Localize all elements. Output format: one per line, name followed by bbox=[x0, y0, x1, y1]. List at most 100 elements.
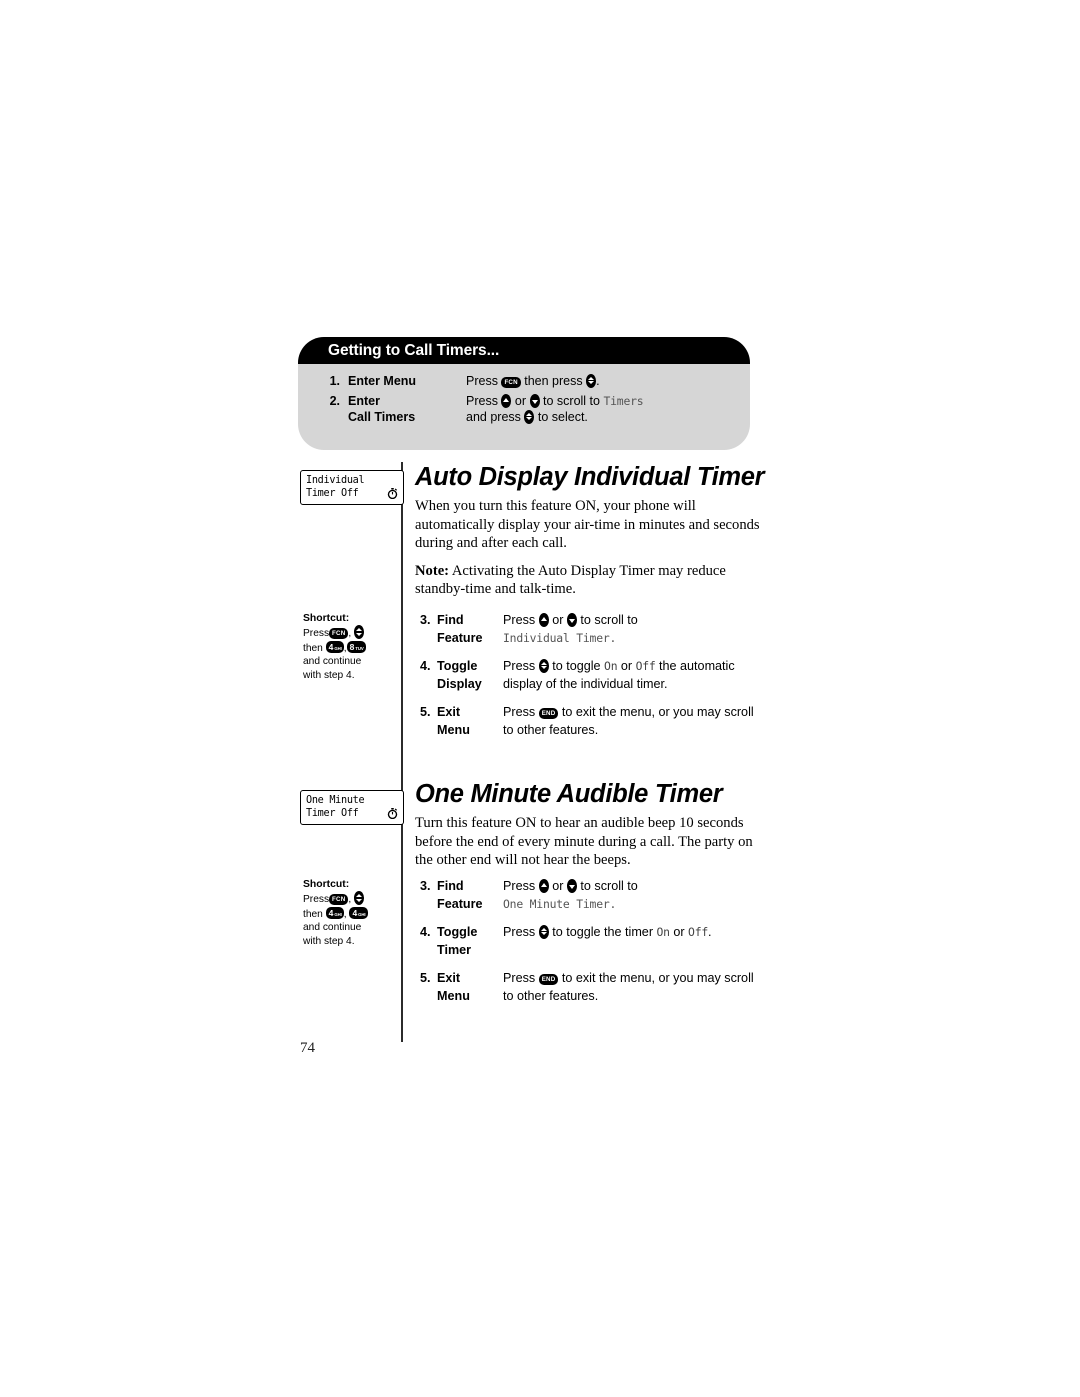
stopwatch-icon bbox=[387, 488, 398, 499]
shortcut-auto-display-individual-timer: Shortcut: Press FCN, then 4 GHI, 8 TUV and c… bbox=[303, 612, 395, 682]
step-4-toggle-timer: 4. Toggle Timer Press to toggle the time… bbox=[420, 924, 770, 959]
step-3-find-feature: 3. Find Feature Press or to scroll to In… bbox=[420, 612, 770, 647]
shortcut-line-then: then 4 GHI, 8 TUV bbox=[303, 640, 366, 654]
scroll-down-key-icon bbox=[566, 613, 577, 627]
step-label: Toggle Display bbox=[437, 658, 503, 693]
step-label-line2: Menu bbox=[437, 988, 470, 1003]
panel-header: Getting to Call Timers... bbox=[298, 337, 750, 364]
scroll-to-words: to scroll to bbox=[580, 879, 638, 893]
getting-to-call-timers-panel: Getting to Call Timers... 1. Enter Menu … bbox=[298, 337, 750, 450]
step-5-exit-menu: 5. Exit Menu Press END to exit the menu,… bbox=[420, 704, 770, 739]
stopwatch-icon bbox=[387, 808, 398, 819]
step-description-line2: and press to select. bbox=[466, 409, 750, 425]
then-word: then bbox=[303, 642, 323, 654]
display-text-timers: Timers bbox=[603, 394, 644, 408]
step-number: 3. bbox=[420, 613, 431, 627]
shortcut-line-press: Press FCN, bbox=[303, 625, 395, 640]
press-word: Press bbox=[503, 705, 536, 719]
press-word: Press bbox=[503, 971, 536, 985]
panel-body: 1. Enter Menu Press FCN then press . 2. … bbox=[298, 364, 750, 425]
step-label: Enter Menu bbox=[340, 373, 466, 389]
press-word: Press bbox=[466, 374, 498, 388]
shortcut-tail-line1: and continue bbox=[303, 656, 362, 668]
body-paragraph: When you turn this feature ON, your phon… bbox=[415, 498, 760, 552]
scroll-to-words: to scroll to bbox=[580, 613, 638, 627]
press-word: Press bbox=[503, 879, 536, 893]
scroll-down-key-icon bbox=[529, 394, 540, 408]
period: . bbox=[708, 925, 712, 939]
period: . bbox=[596, 374, 600, 388]
shortcut-line-press: Press FCN, bbox=[303, 891, 395, 906]
step-label-line1: Find bbox=[437, 879, 464, 893]
digit-key-8-icon: 8 TUV bbox=[346, 640, 366, 653]
display-text-on: On bbox=[604, 659, 618, 673]
select-key-icon bbox=[538, 925, 549, 939]
body-paragraph: Turn this feature ON to hear an audible … bbox=[415, 815, 753, 869]
display-text-one-minute-timer: One Minute Timer. bbox=[503, 896, 617, 911]
step-description: Press END to exit the menu, or you may s… bbox=[503, 704, 770, 739]
step-4-toggle-display: 4. Toggle Display Press to toggle On or … bbox=[420, 658, 770, 693]
select-key-icon bbox=[354, 625, 365, 640]
step-5-exit-menu: 5. Exit Menu Press END to exit the menu,… bbox=[420, 970, 770, 1005]
or-word: or bbox=[552, 613, 564, 627]
step-label: Enter Call Timers bbox=[340, 393, 466, 425]
step-label-line2: Menu bbox=[437, 722, 470, 737]
digit-key-4-icon-2: 4 GHI bbox=[349, 906, 368, 919]
step-label: Find Feature bbox=[437, 878, 503, 913]
automatic-word: the automatic bbox=[659, 659, 735, 673]
note-text: Activating the Auto Display Timer may re… bbox=[415, 562, 726, 598]
press-word: Press bbox=[503, 613, 536, 627]
step-label-line2: Call Timers bbox=[348, 410, 416, 424]
step-description: Press to toggle the timer On or Off. bbox=[503, 924, 770, 959]
steps-one-minute-audible-timer: 3. Find Feature Press or to scroll to On… bbox=[420, 878, 770, 1016]
steps-auto-display-individual-timer: 3. Find Feature Press or to scroll to In… bbox=[420, 612, 770, 750]
step-label-line1: Find bbox=[437, 613, 464, 627]
step-label-line1: Toggle bbox=[437, 925, 478, 939]
then-press-word: then press bbox=[524, 374, 583, 388]
step-label-line1: Exit bbox=[437, 705, 461, 719]
step-label-line1: Toggle bbox=[437, 659, 478, 673]
press-word: Press bbox=[303, 894, 330, 906]
step-3-find-feature: 3. Find Feature Press or to scroll to On… bbox=[420, 878, 770, 913]
step-description-line2: to other features. bbox=[503, 722, 599, 737]
section-body-auto-display-individual-timer: When you turn this feature ON, your phon… bbox=[415, 497, 763, 608]
toggle-words: to toggle the timer bbox=[552, 925, 654, 939]
step-label-line1: Enter bbox=[348, 394, 380, 408]
digit-key-4-icon: 4 GHI bbox=[325, 906, 344, 919]
press-word: Press bbox=[503, 925, 536, 939]
or-word: or bbox=[673, 925, 685, 939]
manual-page: Getting to Call Timers... 1. Enter Menu … bbox=[0, 0, 1080, 1397]
select-key-icon bbox=[354, 891, 365, 906]
or-word: or bbox=[514, 394, 527, 408]
display-text-off: Off bbox=[635, 659, 656, 673]
step-description-line2: to other features. bbox=[503, 988, 599, 1003]
step-number: 5. bbox=[420, 705, 431, 719]
step-number: 1. bbox=[329, 374, 340, 388]
lcd-line-1: One Minute bbox=[306, 795, 365, 806]
step-number: 4. bbox=[420, 659, 431, 673]
display-text-off: Off bbox=[688, 925, 709, 939]
lcd-display-one-minute-timer: One Minute Timer Off bbox=[300, 790, 404, 825]
press-word: Press bbox=[303, 628, 330, 640]
step-description: Press END to exit the menu, or you may s… bbox=[503, 970, 770, 1005]
scroll-up-key-icon bbox=[538, 613, 549, 627]
or-word: or bbox=[552, 879, 564, 893]
step-label-line2: Display bbox=[437, 676, 482, 691]
panel-title: Getting to Call Timers... bbox=[328, 341, 500, 359]
step-number: 2. bbox=[329, 394, 340, 408]
page-number: 74 bbox=[300, 1040, 315, 1056]
step-description: Press or to scroll to Individual Timer. bbox=[503, 612, 770, 647]
lcd-display-individual-timer: Individual Timer Off bbox=[300, 470, 404, 505]
scroll-up-key-icon bbox=[538, 879, 549, 893]
shortcut-heading: Shortcut: bbox=[303, 613, 350, 624]
step-label-line2: Timer bbox=[437, 942, 472, 957]
shortcut-one-minute-audible-timer: Shortcut: Press FCN, then 4 GHI, 4 GHI and … bbox=[303, 878, 395, 948]
and-press-words: and press bbox=[466, 410, 521, 424]
fcn-key-icon: FCN bbox=[329, 894, 349, 906]
step-description: Press FCN then press . bbox=[466, 373, 750, 389]
exit-words: to exit the menu, or you may scroll bbox=[561, 705, 754, 719]
select-key-icon bbox=[538, 659, 549, 673]
column-divider bbox=[401, 462, 403, 1042]
scroll-down-key-icon bbox=[566, 879, 577, 893]
exit-words: to exit the menu, or you may scroll bbox=[561, 971, 754, 985]
